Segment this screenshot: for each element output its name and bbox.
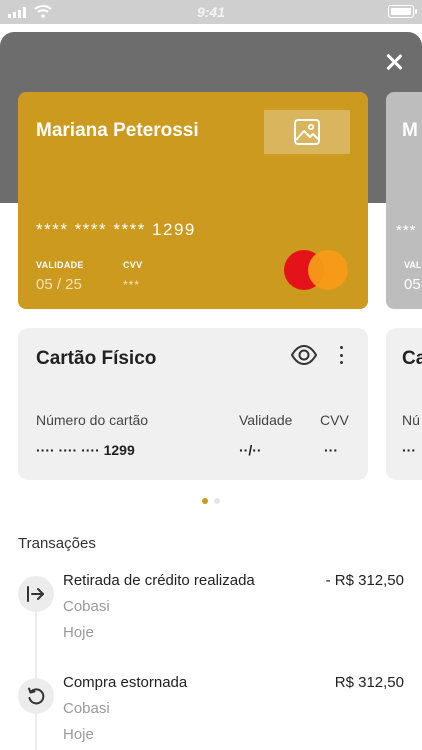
card-cvv-value: *** (123, 278, 141, 292)
transaction-amount: R$ 312,50 (334, 674, 404, 691)
transaction-title: Compra estornada (63, 674, 188, 691)
mastercard-logo-icon (284, 250, 348, 290)
card-info-panel: Cartão Físico Número do cartão ···· ····… (18, 328, 368, 480)
card-info-title: Cartão Físico (36, 348, 157, 369)
screen: 9:41 Mariana Peterossi **** **** **** 12… (0, 0, 422, 750)
status-time: 9:41 (196, 4, 226, 20)
transaction-date: Hoje (63, 624, 94, 641)
pager-dot-2[interactable] (214, 498, 220, 504)
next-card-info-panel: Ca Nú ··· (386, 328, 422, 480)
card-number-value: ···· ···· ···· 1299 (36, 442, 135, 458)
next-credit-card[interactable]: M *** VAL 05 (386, 92, 422, 309)
transaction-item[interactable]: Compra estornada R$ 312,50 Cobasi Hoje (0, 666, 422, 750)
validity-value: ··/·· (239, 442, 262, 458)
card-photo-button[interactable] (264, 110, 350, 154)
card-validity-label: VALIDADE (36, 260, 84, 270)
credit-card[interactable]: Mariana Peterossi **** **** **** 1299 VA… (18, 92, 368, 309)
transaction-merchant: Cobasi (63, 700, 110, 717)
cvv-value: ··· (324, 442, 338, 458)
refund-icon (18, 678, 54, 714)
card-pager (0, 498, 422, 504)
transaction-merchant: Cobasi (63, 598, 110, 615)
image-icon (294, 119, 320, 145)
card-validity-value: 05 / 25 (36, 276, 82, 293)
transactions-title: Transações (18, 535, 96, 552)
cvv-label: CVV (320, 412, 349, 428)
next-card-holder: M (402, 120, 418, 141)
next-card-number: *** (396, 222, 417, 239)
card-details-sheet: Mariana Peterossi **** **** **** 1299 VA… (0, 32, 422, 750)
pager-dot-1[interactable] (202, 498, 208, 504)
eye-icon[interactable] (290, 344, 318, 366)
withdraw-arrow-icon (18, 576, 54, 612)
card-number: **** **** **** 1299 (36, 220, 196, 239)
card-number-label: Número do cartão (36, 412, 149, 428)
transaction-amount: - R$ 312,50 (325, 572, 404, 589)
close-icon[interactable] (382, 50, 406, 74)
next-card-info-title: Ca (402, 348, 422, 369)
next-card-value: 05 (404, 276, 421, 293)
more-options-icon[interactable] (334, 344, 348, 366)
next-card-info-value: ··· (402, 442, 416, 458)
transaction-date: Hoje (63, 726, 94, 743)
card-cvv-label: CVV (123, 260, 143, 270)
transaction-title: Retirada de crédito realizada (63, 572, 255, 589)
card-holder-name: Mariana Peterossi (36, 120, 199, 141)
battery-icon (388, 5, 417, 18)
validity-label: Validade (239, 412, 293, 428)
transaction-item[interactable]: Retirada de crédito realizada - R$ 312,5… (0, 564, 422, 654)
next-card-label: VAL (404, 260, 422, 270)
next-card-info-label: Nú (402, 412, 420, 428)
status-bar: 9:41 (0, 0, 422, 24)
